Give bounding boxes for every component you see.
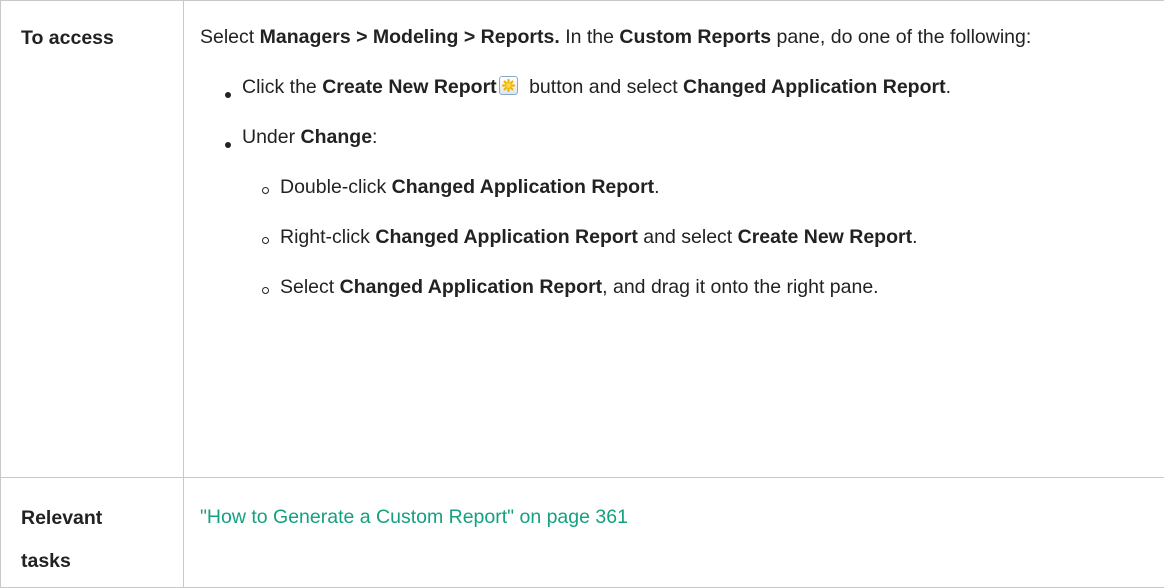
- custom-report-task-link[interactable]: "How to Generate a Custom Report" on pag…: [200, 506, 628, 528]
- create-new-report-icon: [499, 76, 518, 95]
- intro-paragraph: Select Managers > Modeling > Reports. In…: [200, 17, 1144, 57]
- relevant-tasks-content: "How to Generate a Custom Report" on pag…: [184, 478, 1164, 537]
- list-item: Right-click Changed Application Report a…: [260, 217, 1144, 257]
- list-item: Double-click Changed Application Report.: [260, 167, 1144, 207]
- table-row-to-access: To access Select Managers > Modeling > R…: [1, 1, 1164, 478]
- label-cell: Relevanttasks: [1, 478, 184, 588]
- table-row-relevant-tasks: Relevanttasks "How to Generate a Custom …: [1, 478, 1164, 588]
- row-label-to-access: To access: [1, 1, 183, 60]
- list-item: Click the Create New Report button and s…: [222, 67, 1144, 107]
- access-options-list: Click the Create New Report button and s…: [200, 67, 1144, 307]
- list-item: Under Change: Double-click Changed Appli…: [222, 117, 1144, 307]
- label-cell: To access: [1, 1, 184, 478]
- document-page: To access Select Managers > Modeling > R…: [0, 0, 1164, 571]
- info-table: To access Select Managers > Modeling > R…: [0, 0, 1164, 588]
- access-instructions: Select Managers > Modeling > Reports. In…: [184, 1, 1164, 307]
- content-cell: "How to Generate a Custom Report" on pag…: [184, 478, 1164, 588]
- content-cell: Select Managers > Modeling > Reports. In…: [184, 1, 1164, 478]
- list-item: Select Changed Application Report, and d…: [260, 267, 1144, 307]
- row-label-relevant-tasks: Relevanttasks: [1, 478, 183, 583]
- change-options-list: Double-click Changed Application Report.…: [242, 167, 1144, 307]
